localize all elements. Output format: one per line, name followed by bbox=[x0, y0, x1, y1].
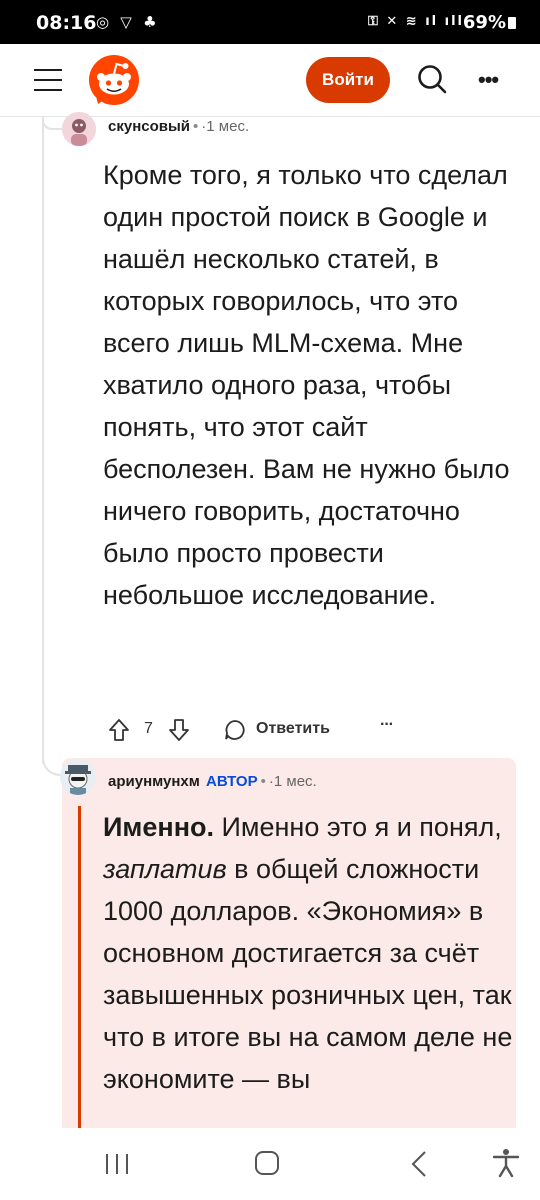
recent-apps-icon[interactable] bbox=[104, 1152, 130, 1176]
more-options-icon[interactable]: ••• bbox=[478, 67, 508, 92]
back-icon[interactable] bbox=[410, 1150, 428, 1178]
comment-body-bold: Именно. bbox=[103, 812, 215, 842]
op-badge: АВТОР bbox=[206, 773, 258, 790]
comment-meta: скунсовый • ·1 мес. bbox=[108, 118, 250, 135]
comment-time: 1 мес. bbox=[206, 118, 250, 135]
system-nav-bar bbox=[0, 1128, 540, 1200]
home-icon[interactable] bbox=[254, 1150, 280, 1176]
comment-username[interactable]: ариунмунхм bbox=[108, 773, 200, 790]
status-bar: 08:16 ◎ ▽ ♣ ⚿ ✕ ≋ ıl ıll 69% bbox=[0, 0, 540, 44]
comment-username[interactable]: скунсовый bbox=[108, 118, 190, 135]
status-time: 08:16 bbox=[36, 12, 97, 34]
battery-percent: 69% bbox=[462, 12, 506, 33]
reply-bubble-icon[interactable] bbox=[224, 719, 246, 741]
quote-bar bbox=[78, 806, 81, 1136]
hamburger-menu-icon[interactable] bbox=[34, 69, 62, 91]
battery-icon bbox=[508, 17, 516, 29]
search-icon[interactable] bbox=[416, 63, 448, 95]
comment-time: 1 мес. bbox=[273, 773, 317, 790]
thread-line bbox=[42, 116, 44, 764]
thread-connector bbox=[42, 116, 62, 130]
comment-body: Именно. Именно это я и понял, заплатив в… bbox=[103, 812, 513, 1094]
app-header: Войти ••• bbox=[0, 44, 540, 117]
avatar[interactable] bbox=[60, 759, 96, 795]
reddit-logo-icon[interactable] bbox=[88, 54, 140, 106]
comment-meta: ариунмунхм АВТОР • ·1 мес. bbox=[108, 773, 317, 790]
status-signal-icons: ⚿ ✕ ≋ ıl ıll bbox=[367, 14, 464, 29]
avatar[interactable] bbox=[62, 112, 96, 146]
comment-body-italic: заплатив bbox=[103, 854, 227, 884]
upvote-icon[interactable] bbox=[108, 718, 130, 742]
comment-more-icon[interactable]: ··· bbox=[380, 716, 394, 734]
reply-button[interactable]: Ответить bbox=[256, 720, 330, 738]
status-notification-icons: ◎ ▽ ♣ bbox=[96, 13, 160, 31]
comment-body: Кроме того, я только что сделал один про… bbox=[103, 160, 510, 610]
login-button[interactable]: Войти bbox=[306, 57, 390, 103]
accessibility-icon[interactable] bbox=[492, 1148, 520, 1178]
downvote-icon[interactable] bbox=[168, 718, 190, 742]
vote-count: 7 bbox=[144, 720, 153, 737]
